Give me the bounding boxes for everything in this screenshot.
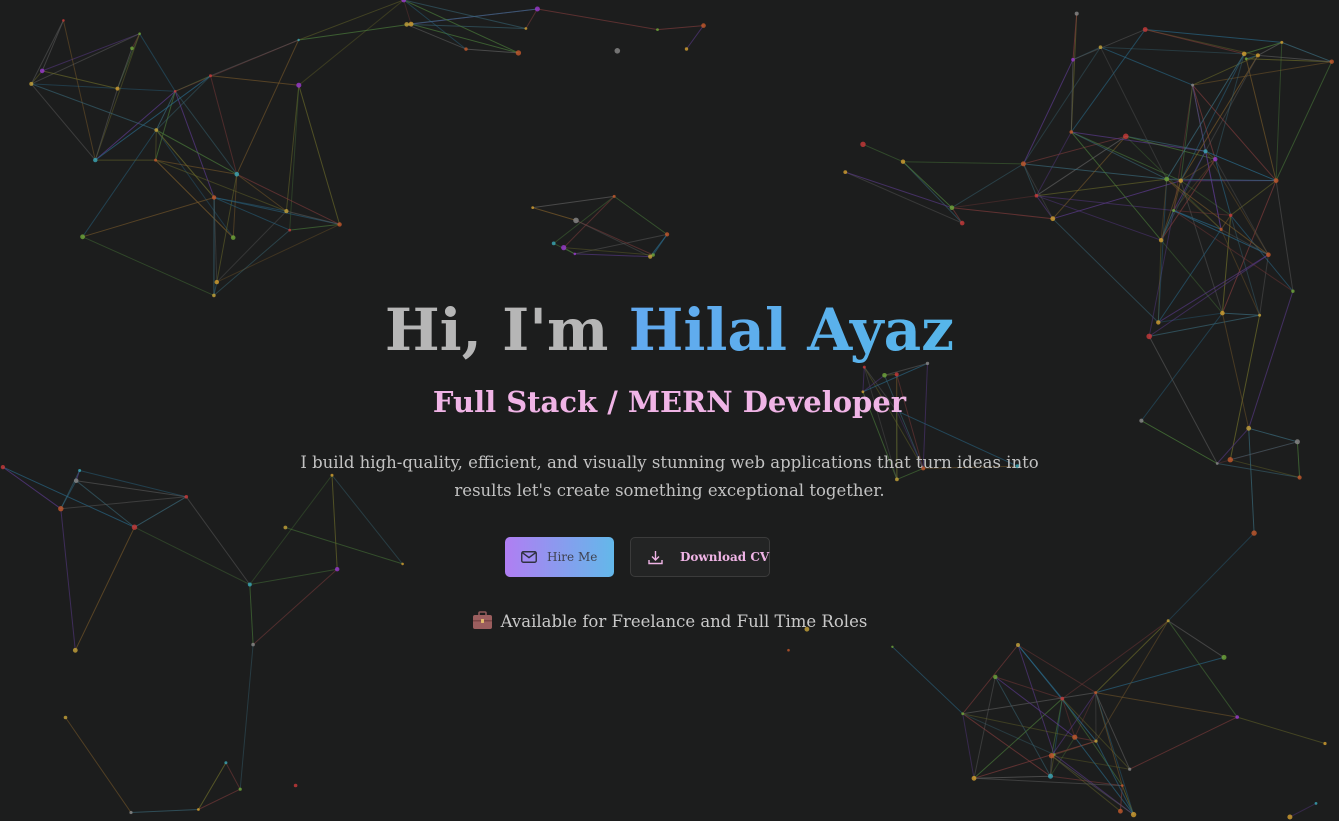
availability-text: Available for Freelance and Full Time Ro… — [500, 612, 868, 631]
hire-me-button[interactable]: Hire Me — [505, 537, 614, 577]
download-icon — [648, 550, 663, 564]
download-cv-label: Download CV — [680, 550, 770, 564]
hero-description: I build high-quality, efficient, and vis… — [300, 453, 1039, 500]
mail-icon — [521, 551, 537, 563]
hero-section: Hi, I'm Hilal Ayaz Full Stack / MERN Dev… — [0, 0, 1339, 821]
briefcase-icon — [472, 611, 492, 629]
greeting-prefix: Hi, I'm — [384, 296, 609, 364]
cta-buttons: Hire Me Download CV — [505, 537, 770, 577]
availability-status: Available for Freelance and Full Time Ro… — [0, 609, 1339, 635]
download-cv-button[interactable]: Download CV — [630, 537, 770, 577]
hire-me-label: Hire Me — [547, 550, 598, 564]
developer-name: Hilal Ayaz — [628, 296, 955, 364]
role-title: Full Stack / MERN Developer — [432, 385, 907, 419]
hero-greeting: Hi, I'm Hilal Ayaz — [0, 290, 1339, 370]
